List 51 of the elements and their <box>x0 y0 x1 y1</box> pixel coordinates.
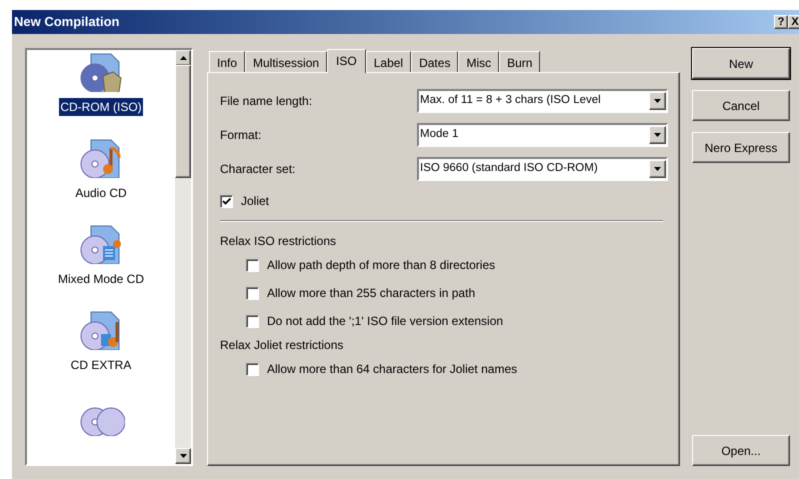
tab[interactable]: Misc <box>458 51 500 72</box>
window-title: New Compilation <box>14 13 120 32</box>
tab[interactable]: Multisession <box>245 51 328 72</box>
tab[interactable]: ISO <box>327 49 366 73</box>
compilation-type-item[interactable]: CD EXTRA <box>70 310 132 374</box>
scrollbar-thumb[interactable] <box>175 65 191 178</box>
checkbox[interactable] <box>220 194 233 208</box>
scrollbar[interactable] <box>175 50 191 464</box>
checkbox-label: Joliet <box>241 193 270 210</box>
dropdown-value: Max. of 11 = 8 + 3 chars (ISO Level <box>419 93 602 108</box>
checkbox-label: Do not add the ';1' ISO file version extension <box>267 313 504 330</box>
dialog-button[interactable]: Cancel <box>692 90 790 121</box>
dialog-button[interactable]: New <box>692 48 790 79</box>
dialog-button[interactable]: Nero Express <box>692 132 790 163</box>
group-heading: Relax ISO restrictions <box>220 233 338 250</box>
field-label: File name length: <box>220 93 314 110</box>
close-button[interactable]: X <box>788 15 799 29</box>
compilation-type-label: CD EXTRA <box>70 357 132 374</box>
checkbox[interactable] <box>246 314 259 328</box>
help-button[interactable]: ? <box>774 15 788 29</box>
dropdown-value: Mode 1 <box>419 127 460 142</box>
down-arrow-icon <box>180 454 186 458</box>
checkbox-label: Allow more than 64 characters for Joliet names <box>267 361 518 378</box>
compilation-type-item[interactable]: Audio CD <box>74 138 128 202</box>
dropdown-arrow-icon <box>654 133 661 137</box>
checkbox[interactable] <box>246 286 259 300</box>
dropdown-arrow-icon <box>654 167 661 171</box>
compilation-type-item[interactable]: CD-ROM (ISO) <box>59 52 143 116</box>
open-button[interactable]: Open... <box>692 435 790 466</box>
field-label: Character set: <box>220 161 296 178</box>
compilation-type-label: Audio CD <box>74 185 128 202</box>
compilation-type-label: CD-ROM (ISO) <box>59 98 143 116</box>
checkbox-label: Allow more than 255 characters in path <box>267 285 476 302</box>
checkmark-icon <box>222 196 231 206</box>
tab[interactable]: Label <box>366 51 412 72</box>
dropdown-arrow-icon <box>654 99 661 103</box>
checkbox[interactable] <box>246 258 259 272</box>
tab[interactable]: Info <box>209 51 246 72</box>
compilation-type-label: Mixed Mode CD <box>56 271 146 288</box>
tab[interactable]: Dates <box>411 51 458 72</box>
checkbox-label: Allow path depth of more than 8 directories <box>267 257 496 274</box>
up-arrow-icon <box>180 56 186 60</box>
dropdown[interactable]: Max. of 11 = 8 + 3 chars (ISO Level <box>417 89 668 113</box>
field-label: Format: <box>220 127 262 144</box>
compilation-type-item[interactable]: Mixed Mode CD <box>56 224 146 288</box>
dropdown[interactable]: ISO 9660 (standard ISO CD-ROM) <box>417 157 668 181</box>
dropdown-value: ISO 9660 (standard ISO CD-ROM) <box>419 161 599 176</box>
tab[interactable]: Burn <box>499 51 540 72</box>
checkbox[interactable] <box>246 362 259 376</box>
group-heading: Relax Joliet restrictions <box>220 337 344 354</box>
dropdown[interactable]: Mode 1 <box>417 123 668 147</box>
